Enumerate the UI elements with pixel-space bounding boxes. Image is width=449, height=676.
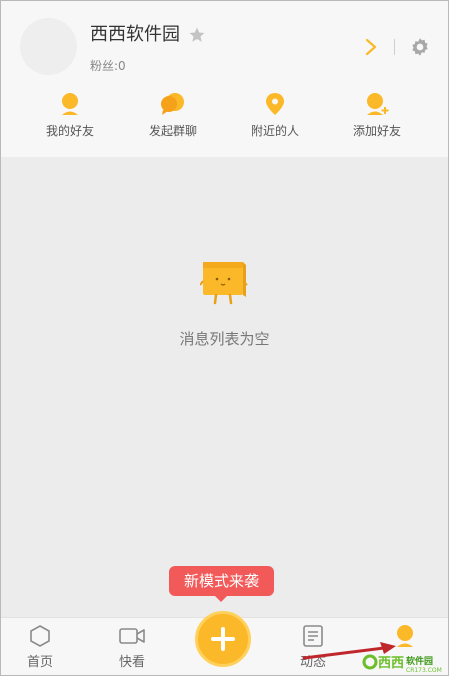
action-group-chat[interactable]: 发起群聊 <box>123 92 223 144</box>
gear-icon[interactable] <box>410 37 430 57</box>
svg-text:西西: 西西 <box>378 656 404 671</box>
tab-quick-watch[interactable]: 快看 <box>97 624 167 670</box>
group-chat-icon <box>161 93 184 115</box>
add-person-icon <box>367 93 389 115</box>
svg-text:软件园: 软件园 <box>406 655 433 667</box>
empty-box-icon <box>200 262 248 305</box>
action-add-friend[interactable]: 添加好友 <box>327 92 427 144</box>
svg-text:CR173.COM: CR173.COM <box>406 667 442 674</box>
location-pin-icon <box>266 93 284 115</box>
action-label: 发起群聊 <box>148 124 197 138</box>
create-plus-button[interactable] <box>195 611 251 667</box>
home-hexagon-icon <box>30 625 50 647</box>
avatar[interactable] <box>20 18 77 75</box>
video-camera-icon <box>119 628 145 644</box>
quick-actions: 我的好友 发起群聊 附近的人 添加好友 <box>1 92 448 144</box>
watermark-logo: 西西 软件园 CR173.COM <box>362 654 442 674</box>
new-mode-tooltip[interactable]: 新模式来袭 <box>169 566 274 602</box>
fans-count: 粉丝:0 <box>90 59 126 73</box>
empty-message: 消息列表为空 <box>179 330 270 348</box>
action-label: 我的好友 <box>45 124 94 138</box>
star-icon[interactable] <box>188 26 206 44</box>
profile-name[interactable]: 西西软件园 <box>90 23 180 47</box>
action-label: 附近的人 <box>250 124 299 138</box>
divider <box>394 39 395 55</box>
tab-home[interactable]: 首页 <box>5 624 75 670</box>
tab-label: 快看 <box>118 655 145 670</box>
action-nearby[interactable]: 附近的人 <box>225 92 325 144</box>
action-label: 添加好友 <box>352 124 401 138</box>
profile-header: 西西软件园 粉丝:0 我的好友 发起群聊 附近的人 添加好友 <box>1 1 448 157</box>
chevron-right-icon[interactable] <box>364 38 378 56</box>
person-icon <box>62 93 78 115</box>
tab-label: 首页 <box>26 655 53 670</box>
action-my-friends[interactable]: 我的好友 <box>20 92 120 144</box>
